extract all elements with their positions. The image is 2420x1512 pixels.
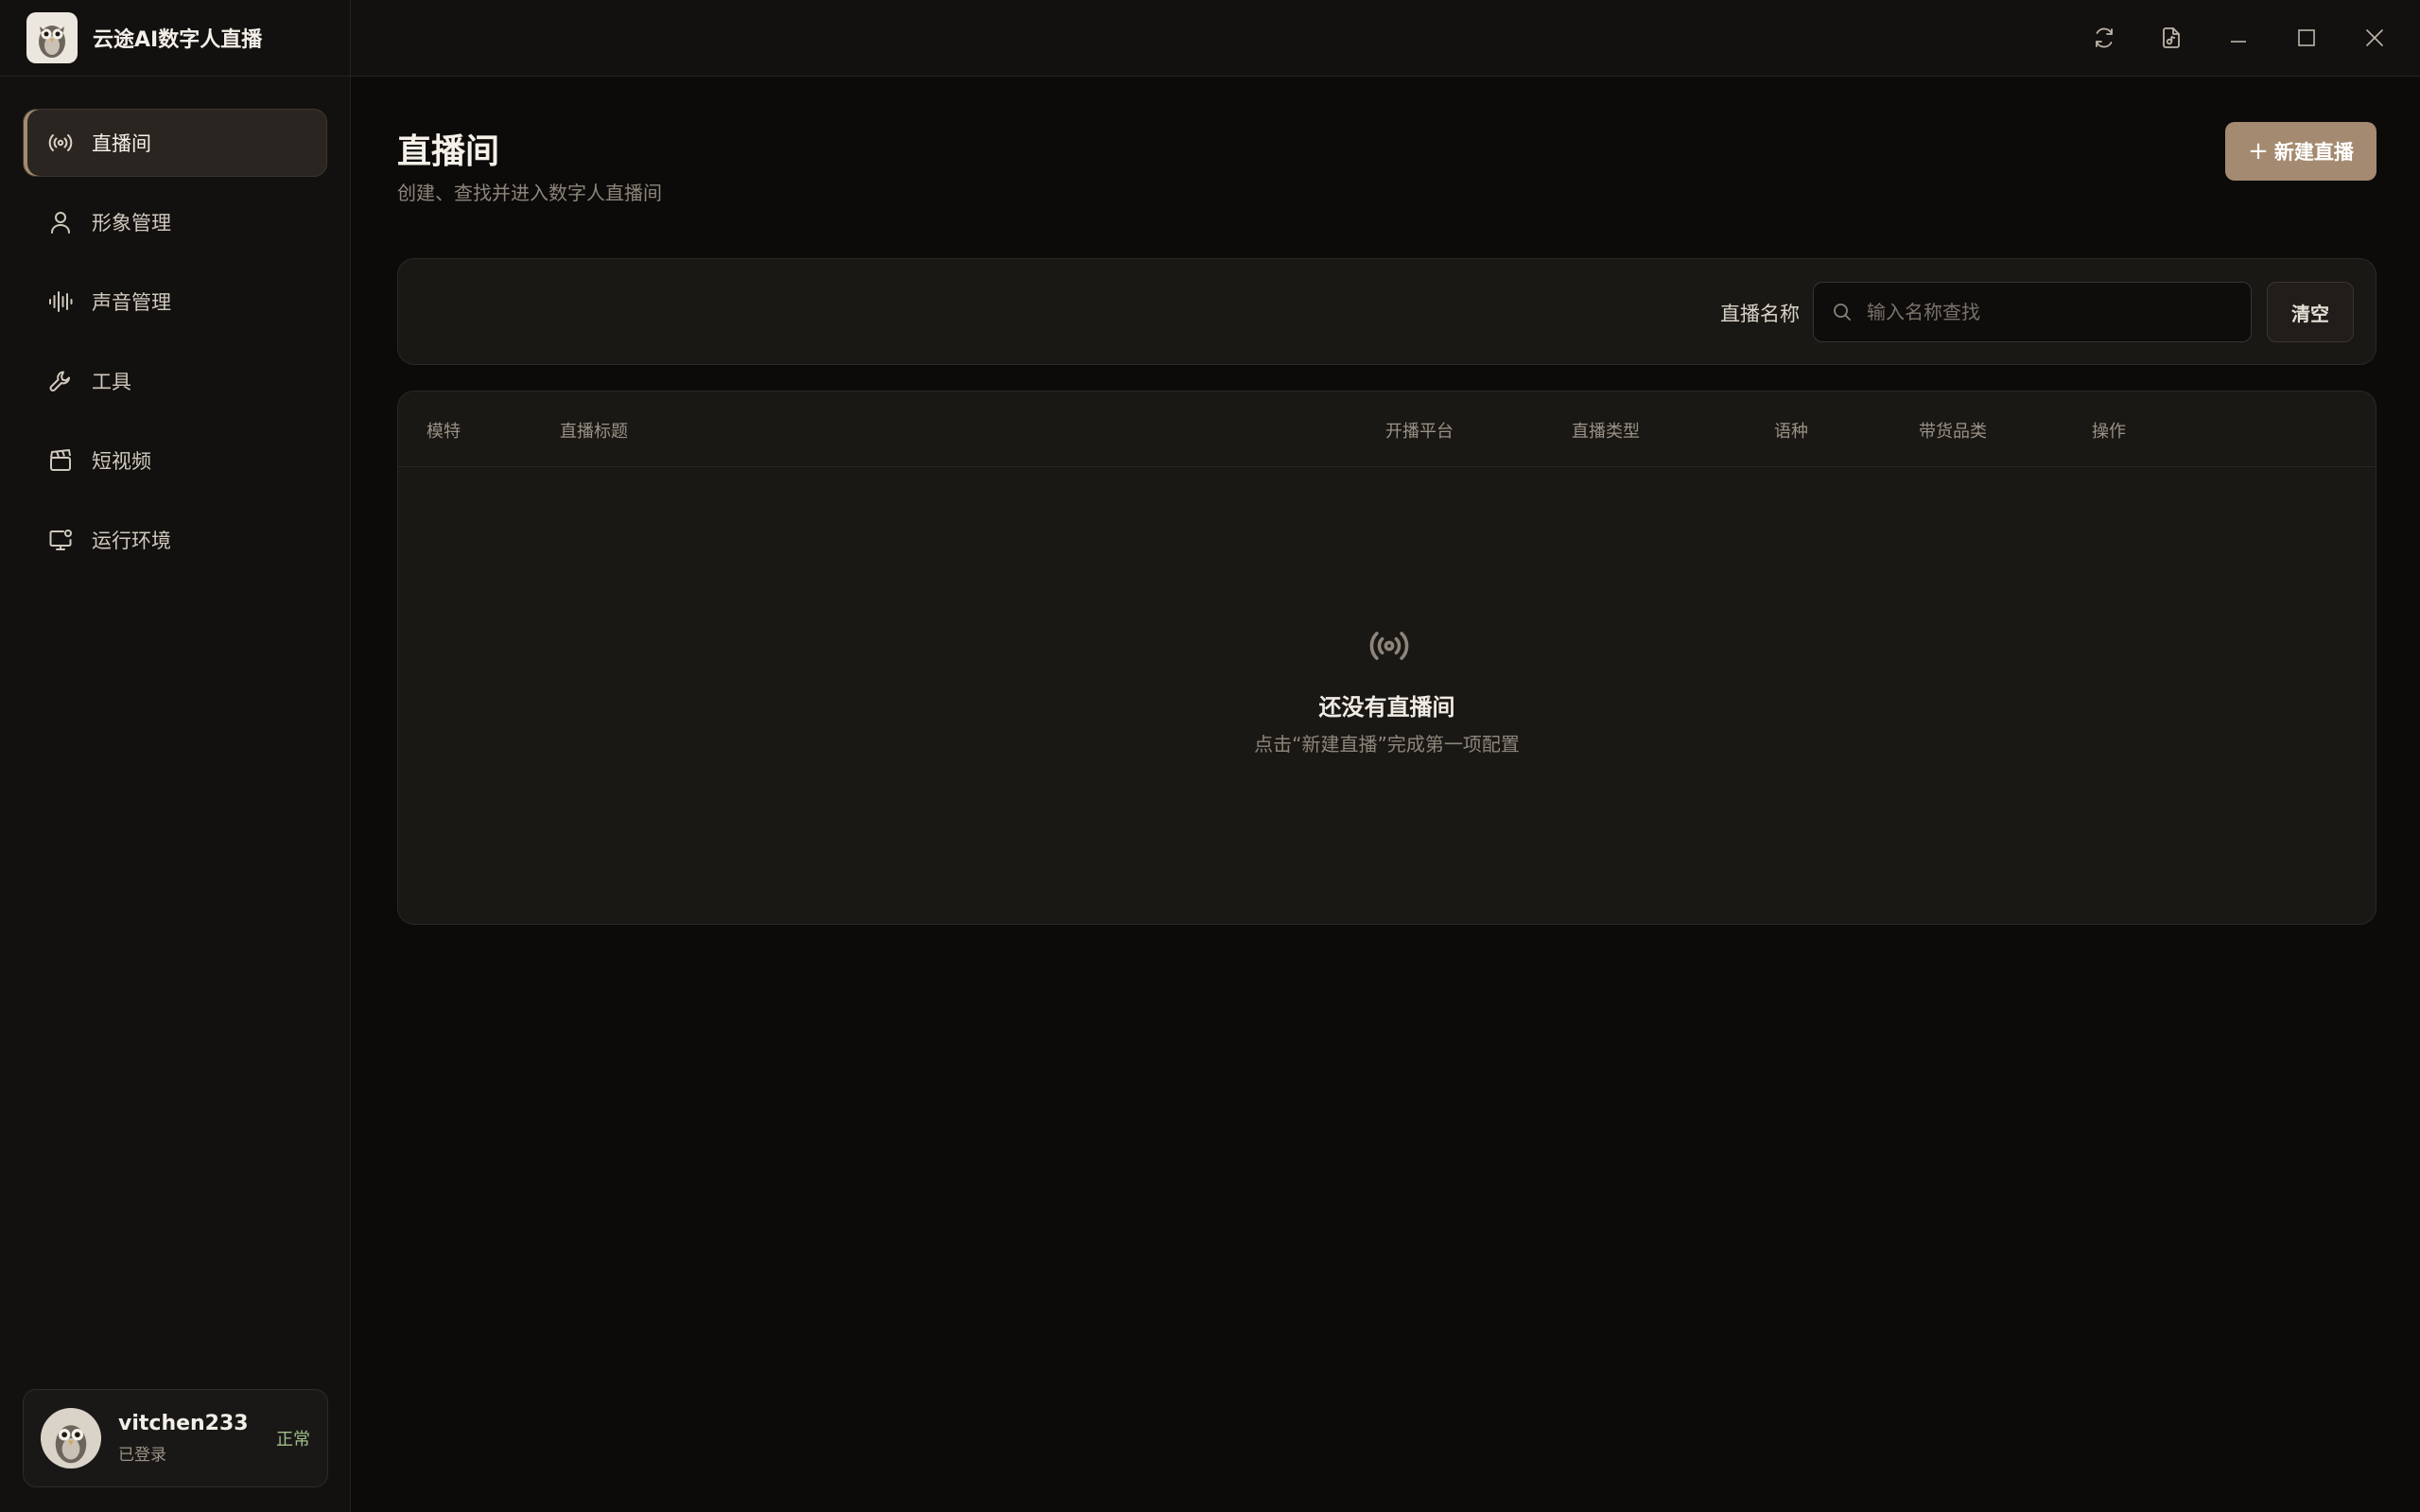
maximize-icon — [2298, 29, 2315, 46]
waveform-icon — [46, 287, 75, 316]
empty-state: 还没有直播间 点击“新建直播”完成第一项配置 — [398, 467, 2376, 924]
column-header-product-category: 带货品类 — [1919, 422, 1987, 442]
broadcast-icon — [46, 129, 75, 157]
empty-state-description: 点击“新建直播”完成第一项配置 — [1254, 733, 1520, 756]
page-subtitle: 创建、查找并进入数字人直播间 — [397, 182, 662, 204]
search-icon — [1834, 304, 1851, 321]
filter-label: 直播名称 — [1720, 303, 1800, 325]
plus-icon: + — [2248, 137, 2269, 165]
owl-logo-icon — [26, 12, 78, 63]
sidebar-item-tools[interactable]: 工具 — [23, 347, 327, 415]
new-live-button-label: 新建直播 — [2273, 141, 2354, 164]
minimize-button[interactable] — [2220, 19, 2257, 57]
sidebar-item-label: 短视频 — [92, 450, 151, 473]
wrench-icon — [46, 367, 75, 395]
sidebar-item-runtime-environment[interactable]: 运行环境 — [23, 506, 327, 574]
sidebar-item-short-video[interactable]: 短视频 — [23, 426, 327, 495]
login-state: 已登录 — [118, 1446, 166, 1465]
page-title: 直播间 — [397, 132, 500, 171]
clear-button[interactable]: 清空 — [2267, 282, 2354, 342]
column-header-language: 语种 — [1774, 422, 1808, 442]
clapperboard-icon — [46, 446, 75, 475]
status-badge: 正常 — [276, 1430, 310, 1450]
sidebar-item-label: 工具 — [92, 371, 131, 393]
app-window: 云途AI数字人直播 直播间 形象管理 声音管理 工具 短视频 运行环境 vitc… — [0, 0, 2420, 1512]
new-live-button[interactable]: + 新建直播 — [2225, 122, 2376, 181]
column-header-model: 模特 — [427, 422, 461, 442]
sidebar-nav: 直播间 形象管理 声音管理 工具 短视频 运行环境 — [0, 77, 350, 574]
close-button[interactable] — [2356, 19, 2394, 57]
refresh-button[interactable] — [2085, 19, 2123, 57]
close-icon — [2366, 29, 2383, 46]
sidebar-item-live-room[interactable]: 直播间 — [23, 109, 327, 177]
sidebar-item-label: 运行环境 — [92, 530, 171, 552]
avatar — [41, 1408, 101, 1469]
file-audio-button[interactable] — [2152, 19, 2190, 57]
empty-state-title: 还没有直播间 — [1318, 694, 1455, 721]
sidebar-item-label: 形象管理 — [92, 212, 171, 235]
sidebar-item-label: 直播间 — [92, 132, 151, 155]
live-room-table: 模特 直播标题 开播平台 直播类型 语种 带货品类 操作 还没有直播间 点击“新… — [397, 391, 2376, 925]
user-name: vitchen233 — [118, 1412, 249, 1435]
broadcast-icon — [1369, 632, 1409, 660]
monitor-settings-icon — [46, 526, 75, 554]
user-icon — [46, 208, 75, 236]
maximize-button[interactable] — [2288, 19, 2325, 57]
column-header-actions: 操作 — [2092, 422, 2126, 442]
app-title: 云途AI数字人直播 — [93, 28, 263, 52]
sidebar-item-avatar-management[interactable]: 形象管理 — [23, 188, 327, 256]
column-header-platform: 开播平台 — [1385, 422, 1454, 442]
sidebar: 云途AI数字人直播 直播间 形象管理 声音管理 工具 短视频 运行环境 vitc… — [0, 0, 351, 1512]
column-header-live-type: 直播类型 — [1572, 422, 1640, 442]
column-header-title: 直播标题 — [560, 422, 628, 442]
main-content: 直播间 创建、查找并进入数字人直播间 + 新建直播 直播名称 清空 模特 直播标… — [351, 77, 2420, 1512]
user-card[interactable]: vitchen233 已登录 正常 — [23, 1389, 328, 1487]
brand: 云途AI数字人直播 — [0, 0, 350, 77]
filter-panel: 直播名称 清空 — [397, 258, 2376, 365]
file-audio-icon — [2163, 27, 2180, 48]
sidebar-item-label: 声音管理 — [92, 291, 171, 314]
table-header: 模特 直播标题 开播平台 直播类型 语种 带货品类 操作 — [398, 391, 2376, 467]
title-bar — [351, 0, 2420, 77]
sidebar-item-voice-management[interactable]: 声音管理 — [23, 268, 327, 336]
refresh-icon — [2096, 27, 2113, 48]
search-box[interactable] — [1813, 282, 2252, 342]
minimize-icon — [2231, 41, 2246, 43]
user-info: vitchen233 已登录 — [118, 1412, 276, 1465]
search-input[interactable] — [1867, 301, 2245, 323]
